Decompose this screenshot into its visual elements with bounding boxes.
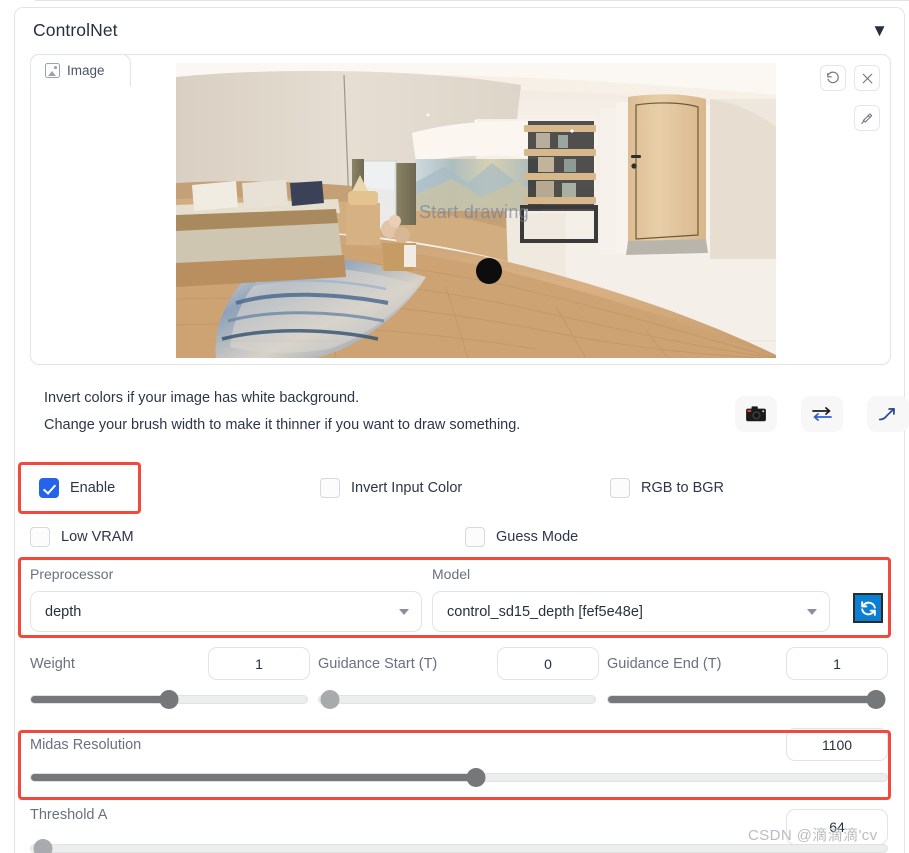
chevron-down-icon bbox=[807, 608, 817, 615]
rgb-to-bgr-checkbox-box[interactable] bbox=[610, 478, 630, 498]
swap-arrows-icon bbox=[812, 407, 832, 421]
slider-guidance-end-fill bbox=[608, 696, 884, 703]
slider-midas-resolution-fill bbox=[31, 774, 477, 781]
webcam-button[interactable] bbox=[735, 396, 777, 432]
swap-button[interactable] bbox=[801, 396, 843, 432]
tab-image[interactable]: Image bbox=[30, 54, 131, 87]
slider-guidance-end-knob[interactable] bbox=[866, 690, 886, 709]
image-action-buttons bbox=[735, 396, 909, 432]
slider-guidance-start-track[interactable] bbox=[318, 690, 596, 709]
model-label: Model bbox=[432, 566, 471, 582]
chevron-down-icon[interactable]: ▼ bbox=[871, 22, 888, 39]
invert-input-color-checkbox-box[interactable] bbox=[320, 478, 340, 498]
slider-threshold-a-knob[interactable] bbox=[33, 839, 53, 853]
model-select[interactable]: control_sd15_depth [fef5e48e] bbox=[432, 591, 830, 632]
clear-button[interactable] bbox=[854, 65, 880, 91]
slider-guidance-start-knob[interactable] bbox=[320, 690, 340, 709]
slider-weight-knob[interactable] bbox=[159, 690, 179, 709]
csdn-watermark: CSDN @滴滴滴'cv bbox=[748, 827, 878, 844]
window-top-edge bbox=[35, 0, 909, 1]
checkbox-enable-label: Enable bbox=[70, 480, 116, 496]
preprocessor-label: Preprocessor bbox=[30, 566, 114, 582]
slider-weight-value[interactable]: 1 bbox=[208, 647, 310, 680]
page-title: ControlNet bbox=[33, 20, 118, 40]
checkbox-guess-mode-label: Guess Mode bbox=[496, 529, 579, 545]
checkbox-rgb-to-bgr-label: RGB to BGR bbox=[641, 480, 724, 496]
checkbox-enable[interactable]: Enable bbox=[39, 478, 115, 498]
slider-guidance-end-track[interactable] bbox=[607, 690, 886, 709]
slider-threshold-a-label: Threshold A bbox=[30, 807, 108, 823]
tab-image-label: Image bbox=[67, 63, 105, 78]
slider-guidance-end-label: Guidance End (T) bbox=[607, 656, 722, 672]
preprocessor-select[interactable]: depth bbox=[30, 591, 422, 632]
checkbox-low-vram-label: Low VRAM bbox=[61, 529, 134, 545]
brush-button[interactable] bbox=[854, 105, 880, 131]
brush-stroke-dot bbox=[476, 258, 502, 284]
helper-text: Invert colors if your image has white ba… bbox=[44, 389, 664, 442]
checkbox-low-vram[interactable]: Low VRAM bbox=[30, 527, 134, 547]
slider-guidance-start-label: Guidance Start (T) bbox=[318, 656, 438, 672]
checkbox-invert-input-color-label: Invert Input Color bbox=[351, 480, 463, 496]
slider-threshold-a-track[interactable] bbox=[30, 839, 888, 853]
slider-midas-resolution-label: Midas Resolution bbox=[30, 737, 142, 753]
refresh-icon bbox=[860, 600, 876, 616]
helper-line-2: Change your brush width to make it thinn… bbox=[44, 416, 521, 433]
enable-checkbox-box[interactable] bbox=[39, 478, 59, 498]
highlight-midas-resolution bbox=[18, 730, 891, 800]
canvas-tool-group bbox=[820, 65, 880, 131]
camera-icon bbox=[746, 406, 766, 422]
preprocessor-field: Preprocessor depth bbox=[30, 566, 422, 632]
slider-weight-label: Weight bbox=[30, 656, 75, 672]
drawing-canvas[interactable]: Start drawing bbox=[176, 63, 776, 358]
model-value: control_sd15_depth [fef5e48e] bbox=[447, 603, 643, 620]
slider-weight-track[interactable] bbox=[30, 690, 308, 709]
slider-midas-resolution-knob[interactable] bbox=[466, 768, 486, 787]
arrow-up-right-icon bbox=[878, 407, 895, 421]
checkbox-invert-input-color[interactable]: Invert Input Color bbox=[320, 478, 462, 498]
controlnet-screen: ControlNet ▼ Image Start drawing Invert … bbox=[0, 0, 909, 853]
model-field: Model control_sd15_depth [fef5e48e] bbox=[432, 566, 830, 632]
slider-guidance-start-value[interactable]: 0 bbox=[497, 647, 599, 680]
checkbox-guess-mode[interactable]: Guess Mode bbox=[465, 527, 578, 547]
refresh-models-button[interactable] bbox=[853, 593, 883, 623]
slider-guidance-end-value[interactable]: 1 bbox=[786, 647, 888, 680]
controlnet-panel: ControlNet ▼ Image Start drawing Invert … bbox=[14, 7, 909, 853]
slider-midas-resolution-track[interactable] bbox=[30, 768, 888, 787]
chevron-down-icon bbox=[399, 608, 409, 615]
preprocessor-value: depth bbox=[45, 603, 82, 620]
send-button[interactable] bbox=[867, 396, 909, 432]
guess-mode-checkbox-box[interactable] bbox=[465, 527, 485, 547]
image-icon bbox=[45, 63, 60, 78]
controlnet-panel-header[interactable]: ControlNet ▼ bbox=[15, 8, 904, 53]
low-vram-checkbox-box[interactable] bbox=[30, 527, 50, 547]
image-editor-block: Image Start drawing bbox=[30, 54, 891, 365]
slider-midas-resolution-value[interactable]: 1100 bbox=[786, 728, 888, 761]
pen-icon bbox=[861, 113, 873, 124]
undo-icon bbox=[827, 71, 839, 84]
slider-weight-fill bbox=[31, 696, 169, 703]
panorama-room-image bbox=[176, 63, 776, 358]
helper-line-1: Invert colors if your image has white ba… bbox=[44, 390, 360, 406]
undo-button[interactable] bbox=[820, 65, 846, 91]
checkbox-rgb-to-bgr[interactable]: RGB to BGR bbox=[610, 478, 724, 498]
close-icon bbox=[862, 73, 872, 83]
